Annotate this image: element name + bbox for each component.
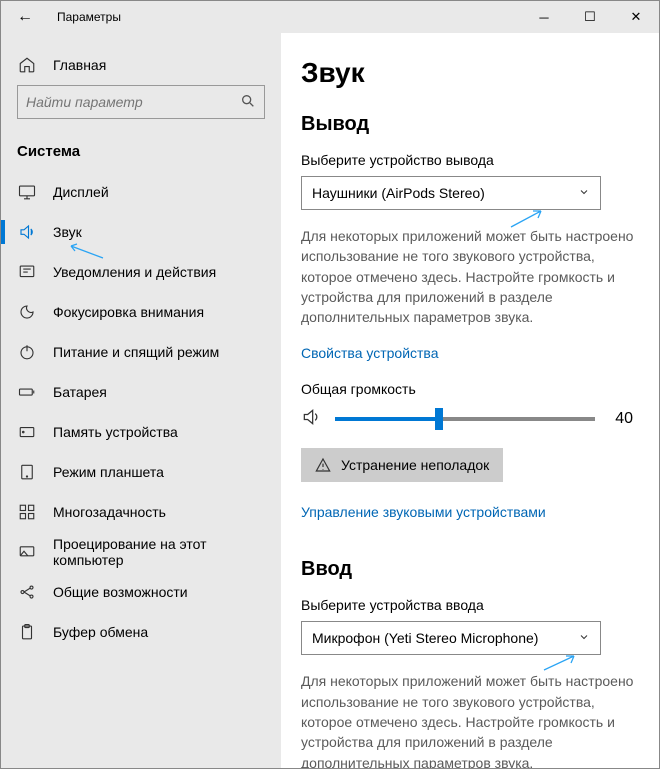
input-select-label: Выберите устройства ввода <box>301 597 639 613</box>
home-label: Главная <box>53 57 106 73</box>
output-device-dropdown[interactable]: Наушники (AirPods Stereo) <box>301 176 601 210</box>
nav-display[interactable]: Дисплей <box>1 172 281 212</box>
nav-tablet[interactable]: Режим планшета <box>1 452 281 492</box>
input-desc: Для некоторых приложений может быть наст… <box>301 671 639 768</box>
storage-icon <box>17 422 37 442</box>
notifications-icon <box>17 262 37 282</box>
category-title: Система <box>1 135 281 172</box>
shared-icon <box>17 582 37 602</box>
sidebar: Главная Система Дисплей Звук <box>1 33 281 768</box>
search-input[interactable] <box>17 85 265 119</box>
nav-sound[interactable]: Звук <box>1 212 281 252</box>
volume-slider[interactable] <box>335 417 595 421</box>
volume-value: 40 <box>615 410 639 428</box>
focus-icon <box>17 302 37 322</box>
close-button[interactable]: ✕ <box>613 1 659 33</box>
home-icon <box>17 55 37 75</box>
volume-label: Общая громкость <box>301 381 639 397</box>
titlebar: ← Параметры ─ ☐ ✕ <box>1 1 659 33</box>
back-button[interactable]: ← <box>1 8 49 26</box>
nav-clipboard[interactable]: Буфер обмена <box>1 612 281 652</box>
nav-focus[interactable]: Фокусировка внимания <box>1 292 281 332</box>
content: Звук Вывод Выберите устройство вывода На… <box>281 33 659 768</box>
input-device-value: Микрофон (Yeti Stereo Microphone) <box>312 630 538 646</box>
troubleshoot-button[interactable]: Устранение неполадок <box>301 448 503 482</box>
window-title: Параметры <box>49 10 521 24</box>
tablet-icon <box>17 462 37 482</box>
device-properties-link[interactable]: Свойства устройства <box>301 345 439 361</box>
chevron-down-icon <box>578 185 590 201</box>
output-heading: Вывод <box>301 113 639 136</box>
power-icon <box>17 342 37 362</box>
multitask-icon <box>17 502 37 522</box>
output-desc: Для некоторых приложений может быть наст… <box>301 226 639 327</box>
sound-icon <box>17 222 37 242</box>
nav-notifications[interactable]: Уведомления и действия <box>1 252 281 292</box>
page-title: Звук <box>301 57 639 89</box>
home-nav[interactable]: Главная <box>1 45 281 85</box>
nav-multitask[interactable]: Многозадачность <box>1 492 281 532</box>
search-field[interactable] <box>26 94 240 110</box>
chevron-down-icon <box>578 630 590 646</box>
battery-icon <box>17 382 37 402</box>
input-heading: Ввод <box>301 558 639 581</box>
maximize-button[interactable]: ☐ <box>567 1 613 33</box>
warning-icon <box>315 457 331 473</box>
projecting-icon <box>17 542 37 562</box>
manage-devices-link[interactable]: Управление звуковыми устройствами <box>301 504 546 520</box>
clipboard-icon <box>17 622 37 642</box>
nav-projecting[interactable]: Проецирование на этот компьютер <box>1 532 281 572</box>
nav-battery[interactable]: Батарея <box>1 372 281 412</box>
input-device-dropdown[interactable]: Микрофон (Yeti Stereo Microphone) <box>301 621 601 655</box>
minimize-button[interactable]: ─ <box>521 1 567 33</box>
nav-storage[interactable]: Память устройства <box>1 412 281 452</box>
nav-power[interactable]: Питание и спящий режим <box>1 332 281 372</box>
volume-icon <box>301 407 325 430</box>
nav-shared[interactable]: Общие возможности <box>1 572 281 612</box>
search-icon <box>240 93 256 112</box>
output-select-label: Выберите устройство вывода <box>301 152 639 168</box>
output-device-value: Наушники (AirPods Stereo) <box>312 185 485 201</box>
display-icon <box>17 182 37 202</box>
